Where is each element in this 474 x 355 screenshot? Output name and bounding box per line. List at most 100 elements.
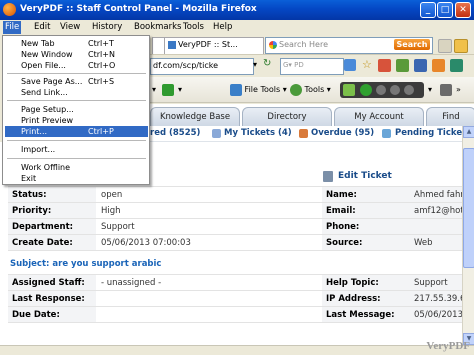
- url-field[interactable]: df.com/scp/ticke: [150, 58, 254, 75]
- toolbar-dropdown-2[interactable]: ▾: [178, 82, 182, 98]
- source-value: Web: [414, 238, 433, 248]
- row-divider: [8, 250, 462, 251]
- menu-item-page-setup[interactable]: Page Setup...: [5, 104, 148, 115]
- toolbar-dropdown[interactable]: ▾: [152, 82, 156, 98]
- menu-edit[interactable]: Edit: [34, 22, 50, 32]
- pending-icon: [382, 129, 391, 138]
- email-value: amf12@hot: [414, 206, 464, 216]
- scroll-up-icon[interactable]: ▲: [463, 126, 474, 138]
- due-date-label: Due Date:: [12, 310, 60, 320]
- menu-item-label: Page Setup...: [21, 105, 74, 114]
- menu-item-exit[interactable]: Exit: [5, 173, 148, 184]
- menu-item-print[interactable]: Print... Ctrl+P: [5, 126, 148, 137]
- tab-directory[interactable]: Directory: [242, 107, 332, 127]
- file-tools-icon: [230, 83, 242, 96]
- addon-toolbar: ▾ ▾ File Tools ▾ Tools ▾ ▾ »: [150, 77, 474, 103]
- menu-item-label: Work Offline: [21, 163, 71, 172]
- tab-find[interactable]: Find: [426, 107, 474, 127]
- menu-item-shortcut: Ctrl+O: [88, 61, 116, 70]
- row-divider: [8, 322, 462, 323]
- close-button[interactable]: ✕: [455, 2, 471, 18]
- phone-label: Phone:: [326, 222, 360, 232]
- shield-icon[interactable]: [450, 59, 463, 72]
- menu-bar: File Edit View History Bookmarks Tools H…: [0, 20, 474, 35]
- toolbar-more[interactable]: »: [456, 82, 461, 98]
- menu-separator: [7, 73, 146, 74]
- share-icon[interactable]: [414, 59, 427, 72]
- media-player[interactable]: [340, 82, 424, 98]
- status-value: open: [101, 190, 123, 200]
- priority-label: Priority:: [12, 206, 52, 216]
- addon-icon[interactable]: [396, 59, 409, 72]
- name-label: Name:: [326, 190, 357, 200]
- tools-button[interactable]: Tools ▾: [290, 82, 331, 98]
- menu-separator: [7, 158, 146, 159]
- media-control-icon[interactable]: [376, 85, 386, 95]
- toolbar-extra-icon[interactable]: [440, 82, 452, 98]
- menu-item-shortcut: Ctrl+N: [88, 50, 115, 59]
- media-control-icon-2[interactable]: [390, 85, 400, 95]
- edit-ticket-icon: [323, 171, 333, 182]
- menu-item-label: Save Page As...: [21, 77, 83, 86]
- edit-ticket-link[interactable]: Edit Ticket: [338, 171, 392, 181]
- last-message-value: 05/06/2013: [414, 310, 463, 320]
- page-tools-icon[interactable]: [378, 59, 391, 72]
- vertical-scrollbar[interactable]: ▲ ▼: [462, 126, 474, 345]
- menu-separator: [7, 140, 146, 141]
- toolbar-dropdown-3[interactable]: ▾: [428, 82, 432, 98]
- tab-my-account[interactable]: My Account: [334, 107, 424, 127]
- search-go-icon[interactable]: [344, 59, 356, 71]
- menu-view[interactable]: View: [60, 22, 80, 32]
- firefox-icon: [3, 3, 16, 16]
- menu-file[interactable]: File: [3, 21, 22, 34]
- menu-item-send-link[interactable]: Send Link...: [5, 87, 148, 98]
- maximize-button[interactable]: □: [437, 2, 453, 18]
- email-label: Email:: [326, 206, 356, 216]
- menu-item-label: Print...: [21, 127, 48, 136]
- media-control-icon-3[interactable]: [404, 85, 414, 95]
- pending-tickets-link[interactable]: Pending Tickets: [395, 128, 471, 138]
- scroll-thumb[interactable]: [463, 148, 474, 268]
- menu-tools[interactable]: Tools: [183, 22, 204, 32]
- menu-history[interactable]: History: [92, 22, 122, 32]
- menu-item-print-preview[interactable]: Print Preview: [5, 115, 148, 126]
- overdue-icon: [299, 129, 308, 138]
- open-tickets-link[interactable]: red (8525): [150, 128, 200, 138]
- gear-icon: [290, 83, 302, 96]
- forward-button[interactable]: [162, 82, 174, 98]
- row-divider: [8, 306, 462, 307]
- menu-item-import[interactable]: Import...: [5, 144, 148, 155]
- search-input[interactable]: Search Here Search: [265, 37, 433, 54]
- feed-icon[interactable]: [432, 59, 445, 72]
- dropdown-arrow-icon[interactable]: ▾: [253, 60, 257, 69]
- play-icon[interactable]: [360, 84, 372, 96]
- help-topic-value: Support: [414, 278, 448, 288]
- my-tickets-link[interactable]: My Tickets (4): [224, 128, 292, 138]
- tab-knowledge-base[interactable]: Knowledge Base: [150, 107, 240, 127]
- menu-bookmarks[interactable]: Bookmarks: [134, 22, 182, 32]
- bookmark-star-icon[interactable]: ☆: [362, 58, 372, 71]
- menu-item-open-file[interactable]: Open File... Ctrl+O: [5, 60, 148, 71]
- google-icon: [269, 40, 277, 49]
- menu-help[interactable]: Help: [213, 22, 232, 32]
- menu-item-save-page[interactable]: Save Page As... Ctrl+S: [5, 76, 148, 87]
- menu-item-label: New Tab: [21, 39, 55, 48]
- search-button[interactable]: Search: [394, 39, 430, 50]
- row-divider: [8, 234, 462, 235]
- overdue-link[interactable]: Overdue (95): [311, 128, 374, 138]
- menu-item-new-tab[interactable]: New Tab Ctrl+T: [5, 38, 148, 49]
- menu-item-work-offline[interactable]: Work Offline: [5, 162, 148, 173]
- reload-icon[interactable]: ↻: [263, 58, 271, 69]
- minimize-button[interactable]: _: [420, 2, 436, 18]
- tab-active[interactable]: VeryPDF :: St...: [164, 37, 264, 54]
- web-search-input[interactable]: G▾ PD: [280, 58, 344, 75]
- toolbar-overflow-icon[interactable]: [438, 39, 452, 53]
- assigned-staff-value: - unassigned -: [101, 278, 162, 288]
- row-divider: [8, 218, 462, 219]
- assigned-staff-label: Assigned Staff:: [12, 278, 85, 288]
- file-tools-button[interactable]: File Tools ▾: [230, 82, 287, 98]
- extension-icon[interactable]: [454, 39, 468, 53]
- department-value: Support: [101, 222, 135, 232]
- menu-item-new-window[interactable]: New Window Ctrl+N: [5, 49, 148, 60]
- menu-item-label: Open File...: [21, 61, 66, 70]
